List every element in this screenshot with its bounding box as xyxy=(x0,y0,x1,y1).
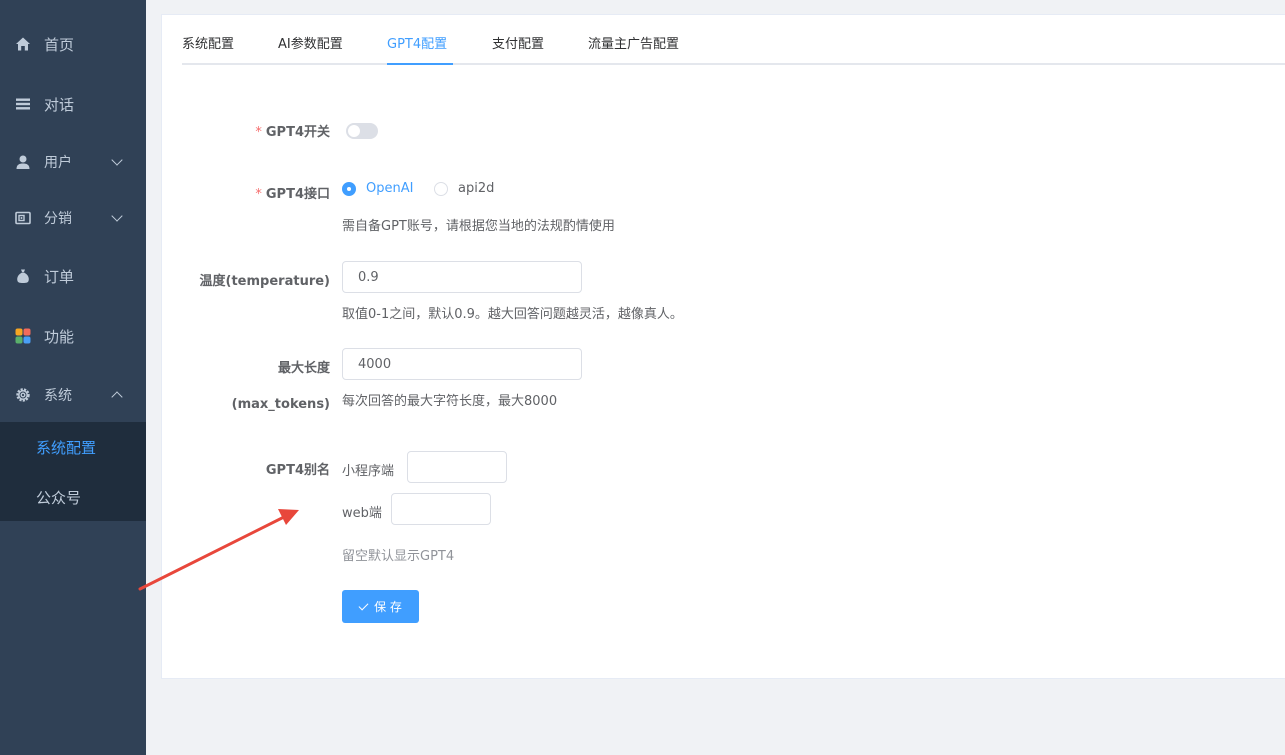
money-bag-icon xyxy=(15,268,31,284)
tab-gpt4-config[interactable]: GPT4配置 xyxy=(387,15,447,65)
sidebar-item-users[interactable]: 用户 xyxy=(0,134,146,190)
radio-openai-label: OpenAI xyxy=(366,181,414,196)
save-button-label: 保 存 xyxy=(374,600,402,614)
sidebar-item-home[interactable]: 首页 xyxy=(0,16,146,72)
alias-web-label: web端 xyxy=(342,506,382,521)
user-icon xyxy=(15,154,31,170)
max-tokens-hint: 每次回答的最大字符长度，最大8000 xyxy=(342,394,558,409)
chevron-down-icon xyxy=(111,154,123,166)
interface-hint: 需自备GPT账号，请根据您当地的法规酌情使用 xyxy=(342,219,615,234)
sidebar-item-label: 对话 xyxy=(44,95,75,114)
active-tab-indicator xyxy=(387,63,453,65)
sidebar: 首页 对话 用户 分销 订单 功能 系统 系统配置 公众号 xyxy=(0,0,146,755)
alias-mini-program-input[interactable] xyxy=(407,451,507,483)
home-icon xyxy=(15,36,31,52)
list-icon xyxy=(15,96,31,112)
sidebar-item-label: 首页 xyxy=(44,35,75,54)
sidebar-subitem-official-account[interactable]: 公众号 xyxy=(0,472,146,522)
sidebar-item-label: 分销 xyxy=(44,211,72,227)
gpt4-switch-toggle[interactable] xyxy=(346,123,378,139)
chevron-down-icon xyxy=(111,210,123,222)
max-tokens-label-sub: (max_tokens) xyxy=(231,397,330,412)
temperature-label: 温度(temperature) xyxy=(199,274,330,289)
gear-icon xyxy=(15,387,31,403)
apps-icon xyxy=(15,328,31,344)
tab-ad-config[interactable]: 流量主广告配置 xyxy=(588,15,679,65)
tab-system-config[interactable]: 系统配置 xyxy=(182,15,234,65)
temperature-hint: 取值0-1之间，默认0.9。越大回答问题越灵活，越像真人。 xyxy=(342,307,683,322)
sidebar-item-distribution[interactable]: 分销 xyxy=(0,190,146,246)
alias-mini-program-label: 小程序端 xyxy=(342,464,395,479)
required-asterisk: * xyxy=(255,187,262,202)
temperature-input[interactable] xyxy=(342,261,582,293)
gpt4-interface-label-text: GPT4接口 xyxy=(265,187,330,202)
chevron-up-icon xyxy=(111,391,123,403)
radio-dot xyxy=(342,181,356,196)
alias-hint: 留空默认显示GPT4 xyxy=(342,549,455,564)
gpt4-switch-label-text: GPT4开关 xyxy=(265,125,330,140)
sidebar-item-chat[interactable]: 对话 xyxy=(0,76,146,132)
wallet-icon xyxy=(15,210,31,226)
radio-api2d-label: api2d xyxy=(458,181,495,196)
max-tokens-input[interactable] xyxy=(342,348,582,380)
sidebar-item-label: 功能 xyxy=(44,327,75,346)
gpt4-alias-label: GPT4别名 xyxy=(265,463,330,478)
check-icon xyxy=(358,600,369,610)
max-tokens-label: 最大长度 xyxy=(277,361,330,376)
required-asterisk: * xyxy=(255,125,262,140)
sidebar-item-label: 系统 xyxy=(44,388,72,404)
tab-bar: 系统配置 AI参数配置 GPT4配置 支付配置 流量主广告配置 xyxy=(182,15,1285,65)
sidebar-item-orders[interactable]: 订单 xyxy=(0,248,146,304)
tab-payment-config[interactable]: 支付配置 xyxy=(492,15,544,65)
sidebar-item-features[interactable]: 功能 xyxy=(0,308,146,364)
sidebar-item-label: 用户 xyxy=(44,155,72,171)
tab-ai-params[interactable]: AI参数配置 xyxy=(278,15,343,65)
config-card: 系统配置 AI参数配置 GPT4配置 支付配置 流量主广告配置 * GPT4开关 … xyxy=(161,14,1285,679)
radio-api2d[interactable]: api2d xyxy=(434,181,494,196)
radio-openai[interactable]: OpenAI xyxy=(342,181,413,196)
save-button[interactable]: 保 存 xyxy=(342,590,419,623)
system-submenu: 系统配置 公众号 xyxy=(0,422,146,521)
sidebar-item-label: 订单 xyxy=(44,267,75,286)
radio-dot xyxy=(434,181,448,196)
gpt4-switch-label: * GPT4开关 xyxy=(182,121,330,140)
alias-web-input[interactable] xyxy=(391,493,491,525)
sidebar-subitem-system-config[interactable]: 系统配置 xyxy=(0,422,146,472)
gpt4-interface-label: * GPT4接口 xyxy=(182,183,330,202)
sidebar-item-system[interactable]: 系统 xyxy=(0,367,146,423)
